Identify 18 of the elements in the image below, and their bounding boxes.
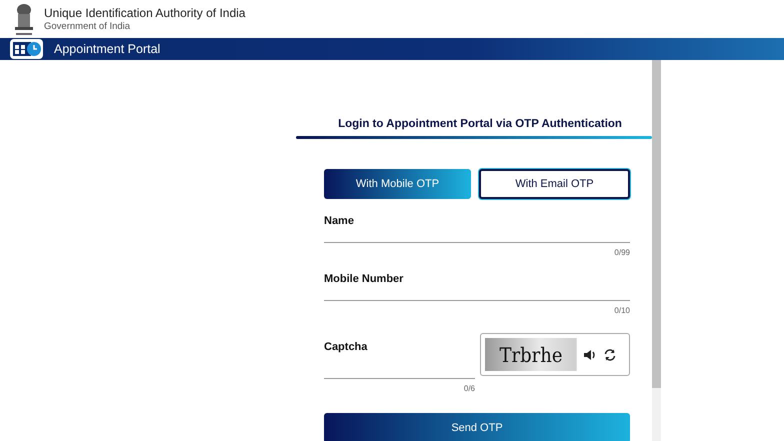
refresh-icon[interactable]: [603, 348, 617, 362]
character-counter: 0/99: [614, 248, 630, 257]
otp-tab[interactable]: With Email OTP: [479, 169, 630, 199]
speaker-icon[interactable]: [583, 348, 597, 362]
field-label: Mobile Number: [324, 273, 404, 285]
character-counter: 0/10: [614, 306, 630, 315]
otp-tab[interactable]: With Mobile OTP: [324, 169, 471, 199]
portal-title: Appointment Portal: [54, 42, 160, 56]
login-heading: Login to Appointment Portal via OTP Authentication: [337, 118, 622, 130]
header-subtitle: Government of India: [44, 21, 132, 32]
character-counter: 0/6: [464, 384, 475, 393]
captcha-text: Trbrhe: [499, 342, 562, 366]
scrollbar[interactable]: [652, 60, 661, 441]
send-otp-button[interactable]: Send OTP: [324, 413, 630, 441]
field-label: Captcha: [324, 341, 368, 353]
field-label: Name: [324, 215, 355, 227]
header-title: Unique Identification Authority of India: [44, 6, 246, 20]
calendar-clock-icon: [9, 38, 44, 60]
